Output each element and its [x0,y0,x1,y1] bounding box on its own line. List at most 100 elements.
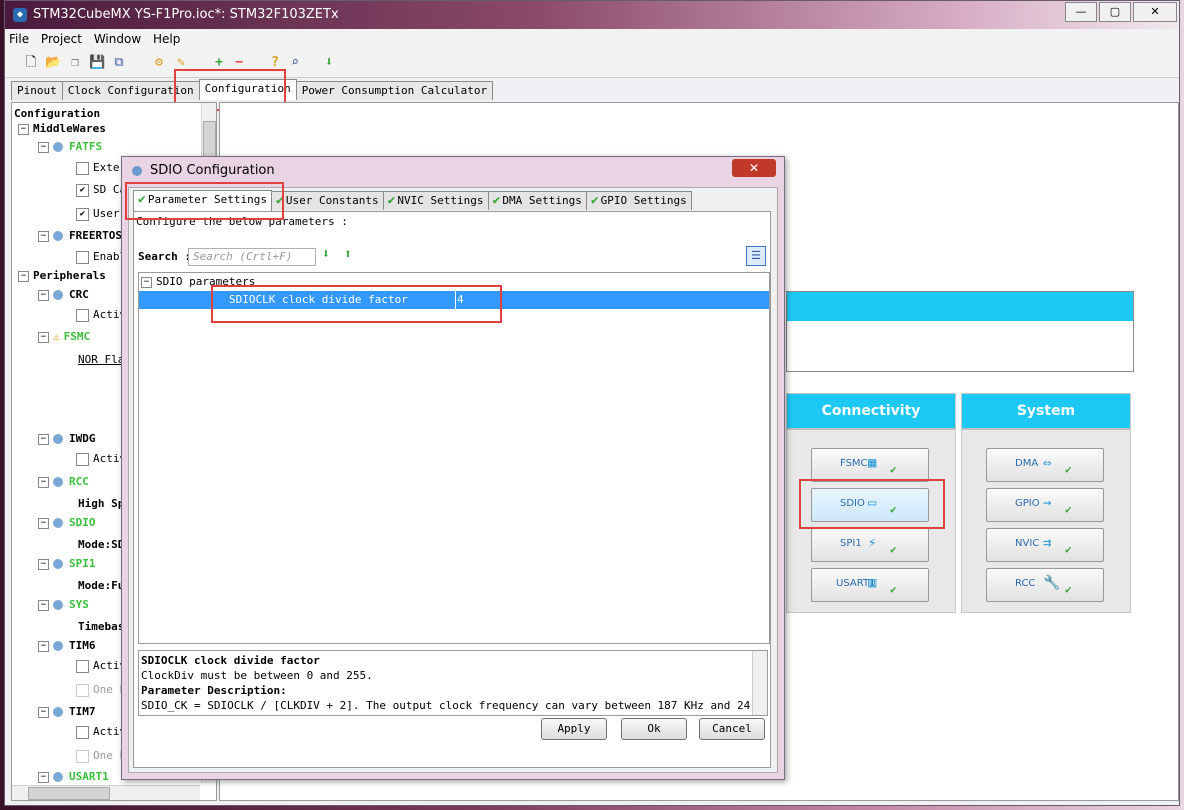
checkbox[interactable] [76,452,89,466]
save-icon[interactable]: 💾 [89,55,105,71]
tab-gpio-settings[interactable]: ✔ GPIO Settings [585,191,692,210]
search-icon[interactable]: ⌕ [287,55,303,71]
tree-fatfs[interactable]: FATFS [69,140,102,153]
tab-power-consumption[interactable]: Power Consumption Calculator [295,81,494,100]
tree-root: Configuration [14,107,101,120]
maximize-button[interactable]: ▢ [1099,2,1131,22]
nvic-button[interactable]: NVIC ⇉ ✔ [986,528,1104,562]
collapse-icon[interactable]: − [38,640,49,652]
collapse-icon[interactable]: − [18,123,29,135]
generate-icon[interactable]: ⚙ [151,55,167,71]
open-folder-icon[interactable]: 📂 [45,55,61,71]
collapse-icon[interactable]: − [38,771,49,783]
apply-button[interactable]: Apply [541,718,607,740]
save-as-icon[interactable]: ⧉ [111,55,127,71]
tab-user-constants[interactable]: ✔ User Constants [271,191,384,210]
sdio-configuration-dialog: SDIO Configuration ✕ ✔ Parameter Settings… [121,156,785,780]
collapse-icon[interactable]: − [38,230,49,242]
gear-icon [53,231,63,241]
menu-project[interactable]: Project [37,30,86,48]
usart1-button[interactable]: USART1 ▥ ✔ [811,568,929,602]
checkbox[interactable] [76,308,89,322]
collapse-icon[interactable]: − [38,289,49,301]
menu-file[interactable]: File [5,30,33,48]
dialog-close-button[interactable]: ✕ [732,159,776,177]
description-range: ClockDiv must be between 0 and 255. [141,669,373,682]
rcc-button[interactable]: RCC 🔧 ✔ [986,568,1104,602]
check-icon: ✔ [890,543,897,556]
download-icon[interactable]: ⬇ [321,55,337,71]
tree-sdio[interactable]: SDIO [69,516,96,529]
tree-freertos[interactable]: FREERTOS [69,229,122,242]
collapse-icon[interactable]: − [38,706,49,718]
ok-button[interactable]: Ok [621,718,687,740]
checkbox[interactable] [76,725,89,739]
tree-spi1[interactable]: SPI1 [69,557,96,570]
minimize-button[interactable]: — [1065,2,1097,22]
tab-dma-settings[interactable]: ✔ DMA Settings [487,191,587,210]
description-title: SDIOCLK clock divide factor [141,654,320,667]
annotation-box-parameter [211,285,502,323]
gpio-button[interactable]: GPIO → ✔ [986,488,1104,522]
spi1-button[interactable]: SPI1 ⚡ ✔ [811,528,929,562]
parameters-table: − SDIO parameters SDIOCLK clock divide fa… [138,272,770,644]
tab-pinout[interactable]: Pinout [11,81,63,100]
tree-fsmc[interactable]: FSMC [64,330,91,343]
connectivity-title: Connectivity [787,394,955,430]
checkbox[interactable] [76,659,89,673]
fsmc-button[interactable]: FSMC ▦ ✔ [811,448,929,482]
check-icon: ✔ [590,193,599,208]
check-icon: ✔ [387,193,396,208]
tree-horizontal-scrollbar[interactable] [12,785,200,800]
search-previous-icon[interactable]: ⬆ [344,247,352,262]
tree-iwdg[interactable]: IWDG [69,432,96,445]
check-icon: ✔ [492,193,501,208]
search-input[interactable]: Search (Crtl+F) [188,248,316,266]
tree-sys[interactable]: SYS [69,598,89,611]
search-next-icon[interactable]: ⬇ [322,247,330,262]
collapse-icon[interactable]: − [38,599,49,611]
check-icon: ✔ [890,463,897,476]
tree-usart1[interactable]: USART1 [69,770,109,783]
dialog-body: ✔ Parameter Settings ✔ User Constants ✔ NVI… [128,187,778,773]
list-view-icon[interactable]: ☰ [746,246,766,266]
fsmc-label: FSMC [840,458,868,469]
dma-button[interactable]: DMA ⇔ ✔ [986,448,1104,482]
collapse-icon[interactable]: − [38,433,49,445]
tree-peripherals[interactable]: Peripherals [33,269,106,282]
scroll-thumb[interactable] [28,787,110,800]
category-header-bar [786,291,1134,323]
description-scrollbar[interactable] [752,651,767,715]
tree-rcc[interactable]: RCC [69,475,89,488]
nvic-label: NVIC [1015,538,1040,549]
collapse-icon[interactable]: − [38,476,49,488]
annotation-box-parameter-tab [125,182,284,220]
gear-icon [53,434,63,444]
tree-tim6[interactable]: TIM6 [69,639,96,652]
checkbox-checked[interactable]: ✔ [76,183,89,197]
collapse-icon[interactable]: − [38,331,49,343]
menu-help[interactable]: Help [149,30,184,48]
tab-nvic-settings[interactable]: ✔ NVIC Settings [382,191,489,210]
parameter-description: SDIOCLK clock divide factor ClockDiv mus… [138,650,768,716]
menu-window[interactable]: Window [90,30,145,48]
tree-middlewares[interactable]: MiddleWares [33,122,106,135]
close-button[interactable]: ✕ [1133,2,1177,22]
cancel-button[interactable]: Cancel [699,718,765,740]
collapse-icon[interactable]: − [38,517,49,529]
copy-icon[interactable]: ❐ [67,55,83,71]
title-bar: ◆ STM32CubeMX YS-F1Pro.ioc*: STM32F103ZE… [5,1,1179,29]
collapse-icon[interactable]: − [18,270,29,282]
tree-crc[interactable]: CRC [69,288,89,301]
check-icon: ✔ [1065,463,1072,476]
checkbox[interactable] [76,250,89,264]
new-project-icon[interactable]: 🗋 [23,55,39,71]
checkbox-checked[interactable]: ✔ [76,207,89,221]
checkbox[interactable] [76,161,89,175]
dialog-icon [132,166,142,176]
collapse-icon[interactable]: − [141,276,152,288]
gpio-label: GPIO [1015,498,1040,509]
tree-tim7[interactable]: TIM7 [69,705,96,718]
collapse-icon[interactable]: − [38,558,49,570]
collapse-icon[interactable]: − [38,141,49,153]
